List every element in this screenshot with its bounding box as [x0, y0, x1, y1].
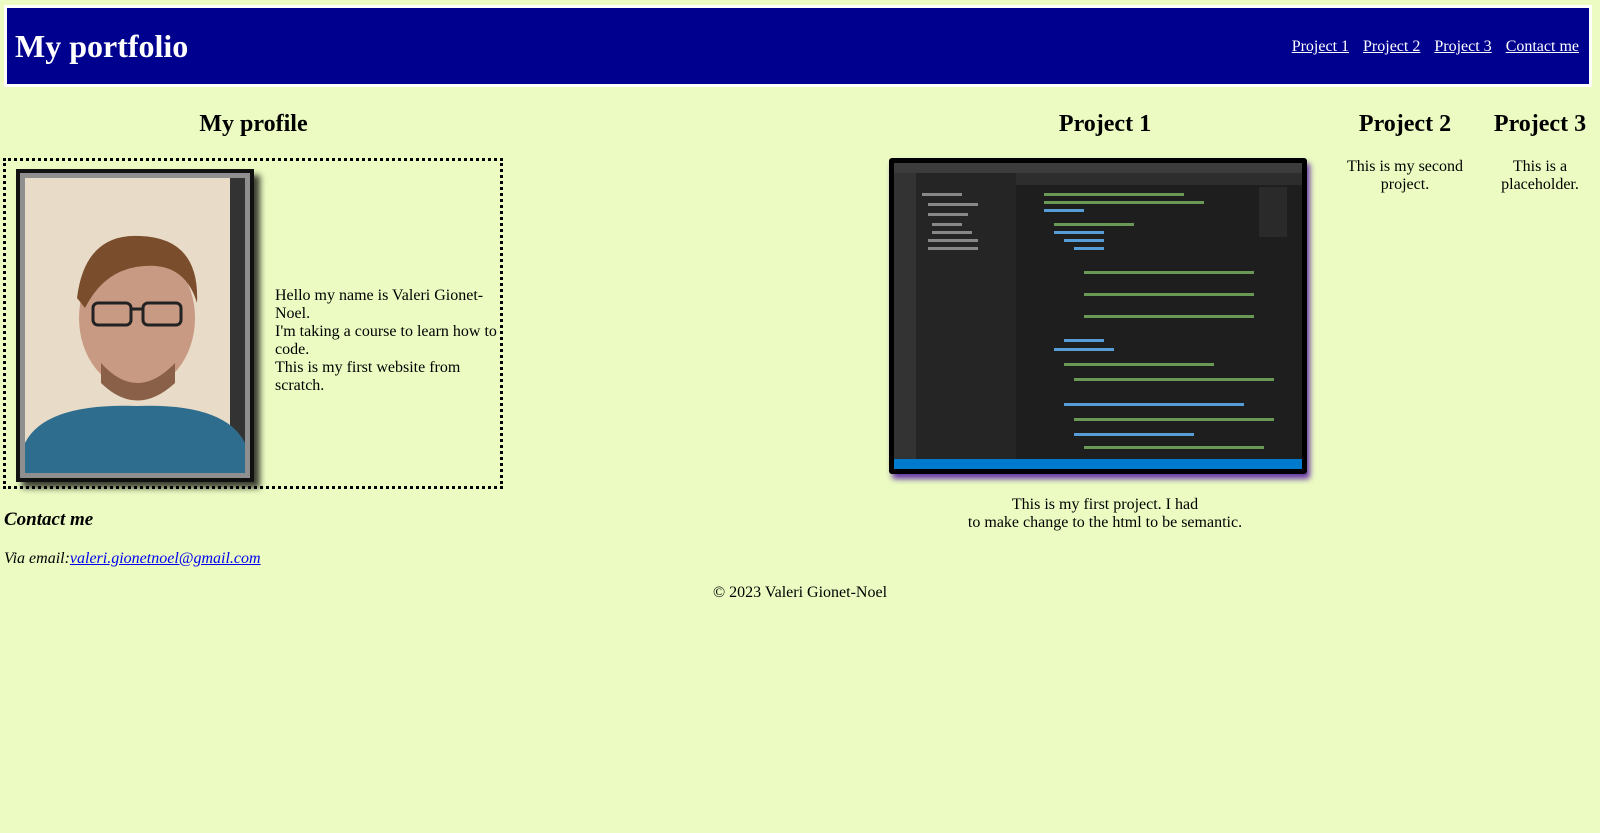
profile-heading: My profile	[199, 111, 308, 137]
nav-link-project-2[interactable]: Project 2	[1363, 38, 1420, 55]
project-text-line: to make change to the html to be semanti…	[967, 514, 1243, 531]
main-nav: Project 1 Project 2 Project 3 Contact me	[1282, 38, 1579, 56]
nav-link-project-1[interactable]: Project 1	[1292, 38, 1349, 55]
bio-line: This is my first website from scratch.	[275, 359, 461, 394]
profile-photo	[16, 169, 254, 482]
nav-link-contact[interactable]: Contact me	[1506, 38, 1579, 55]
project-2-heading: Project 2	[1358, 111, 1452, 137]
bio-line: I'm taking a course to learn how to code…	[275, 323, 497, 358]
project-1-screenshot	[889, 158, 1307, 474]
project-2-text: This is my second project.	[1340, 158, 1470, 194]
project-text-line: placeholder.	[1501, 176, 1579, 193]
project-3-heading: Project 3	[1493, 111, 1587, 137]
bio-line: Hello my name is Valeri Gionet-Noel.	[275, 287, 484, 322]
project-1-heading: Project 1	[1058, 111, 1152, 137]
project-3-text: This is a placeholder.	[1485, 158, 1595, 194]
project-text-line: This is my first project. I had	[1011, 496, 1199, 513]
profile-box: Hello my name is Valeri Gionet-Noel. I'm…	[3, 158, 503, 489]
contact-heading: Contact me	[4, 509, 94, 530]
email-link[interactable]: valeri.gionetnoel@gmail.com	[70, 550, 261, 567]
site-title: My portfolio	[15, 28, 189, 64]
site-header: My portfolio Project 1 Project 2 Project…	[4, 5, 1592, 87]
contact-prefix: Via email:	[4, 550, 70, 567]
nav-link-project-3[interactable]: Project 3	[1434, 38, 1491, 55]
profile-bio: Hello my name is Valeri Gionet-Noel. I'm…	[275, 287, 501, 395]
project-text-line: project.	[1380, 176, 1430, 193]
project-1-text: This is my first project. I had to make …	[930, 496, 1280, 532]
contact-line: Via email:valeri.gionetnoel@gmail.com	[4, 550, 261, 568]
project-text-line: This is a	[1512, 158, 1568, 175]
project-text-line: This is my second	[1347, 158, 1463, 175]
footer-copyright: © 2023 Valeri Gionet-Noel	[712, 584, 888, 601]
